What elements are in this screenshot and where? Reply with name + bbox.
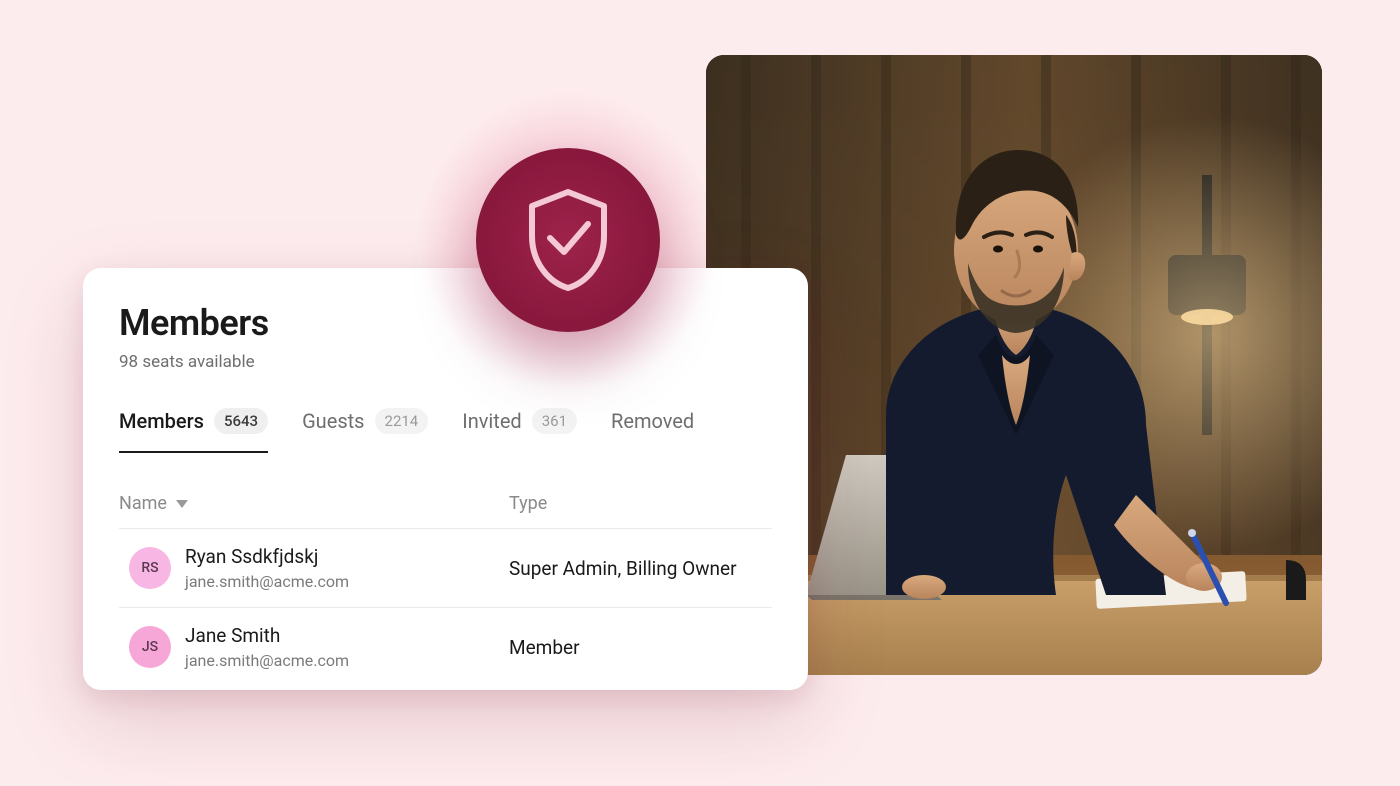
tab-label: Invited [462, 409, 521, 433]
tab-members[interactable]: Members 5643 [119, 408, 268, 452]
table-header: Name Type [119, 493, 772, 529]
member-email: jane.smith@acme.com [185, 572, 349, 591]
member-type: Super Admin, Billing Owner [509, 557, 772, 580]
column-label: Type [509, 493, 547, 514]
member-type: Member [509, 636, 772, 659]
tab-guests[interactable]: Guests 2214 [302, 408, 428, 452]
column-name[interactable]: Name [119, 493, 509, 514]
tab-label: Removed [611, 409, 694, 433]
column-type[interactable]: Type [509, 493, 772, 514]
table-row[interactable]: JS Jane Smith jane.smith@acme.com Member [119, 608, 772, 686]
tabs: Members 5643 Guests 2214 Invited 361 Rem… [119, 408, 772, 453]
seats-available: 98 seats available [119, 352, 772, 372]
tab-invited[interactable]: Invited 361 [462, 408, 577, 452]
avatar: RS [129, 547, 171, 589]
member-email: jane.smith@acme.com [185, 651, 349, 670]
sort-desc-icon [175, 499, 189, 509]
tab-label: Guests [302, 409, 364, 433]
shield-check-icon [476, 148, 660, 332]
member-name: Jane Smith [185, 624, 349, 647]
member-name: Ryan Ssdkfjdskj [185, 545, 349, 568]
tab-label: Members [119, 409, 204, 433]
tab-removed[interactable]: Removed [611, 408, 694, 452]
table-row[interactable]: RS Ryan Ssdkfjdskj jane.smith@acme.com S… [119, 529, 772, 608]
tab-count-badge: 5643 [214, 408, 268, 434]
name-cell: RS Ryan Ssdkfjdskj jane.smith@acme.com [119, 545, 509, 591]
tab-count-badge: 2214 [375, 408, 429, 434]
name-cell: JS Jane Smith jane.smith@acme.com [119, 624, 509, 670]
tab-count-badge: 361 [532, 408, 577, 434]
avatar: JS [129, 626, 171, 668]
members-table: Name Type RS Ryan Ssdkfjdskj jane.smith@… [119, 493, 772, 686]
column-label: Name [119, 493, 167, 514]
